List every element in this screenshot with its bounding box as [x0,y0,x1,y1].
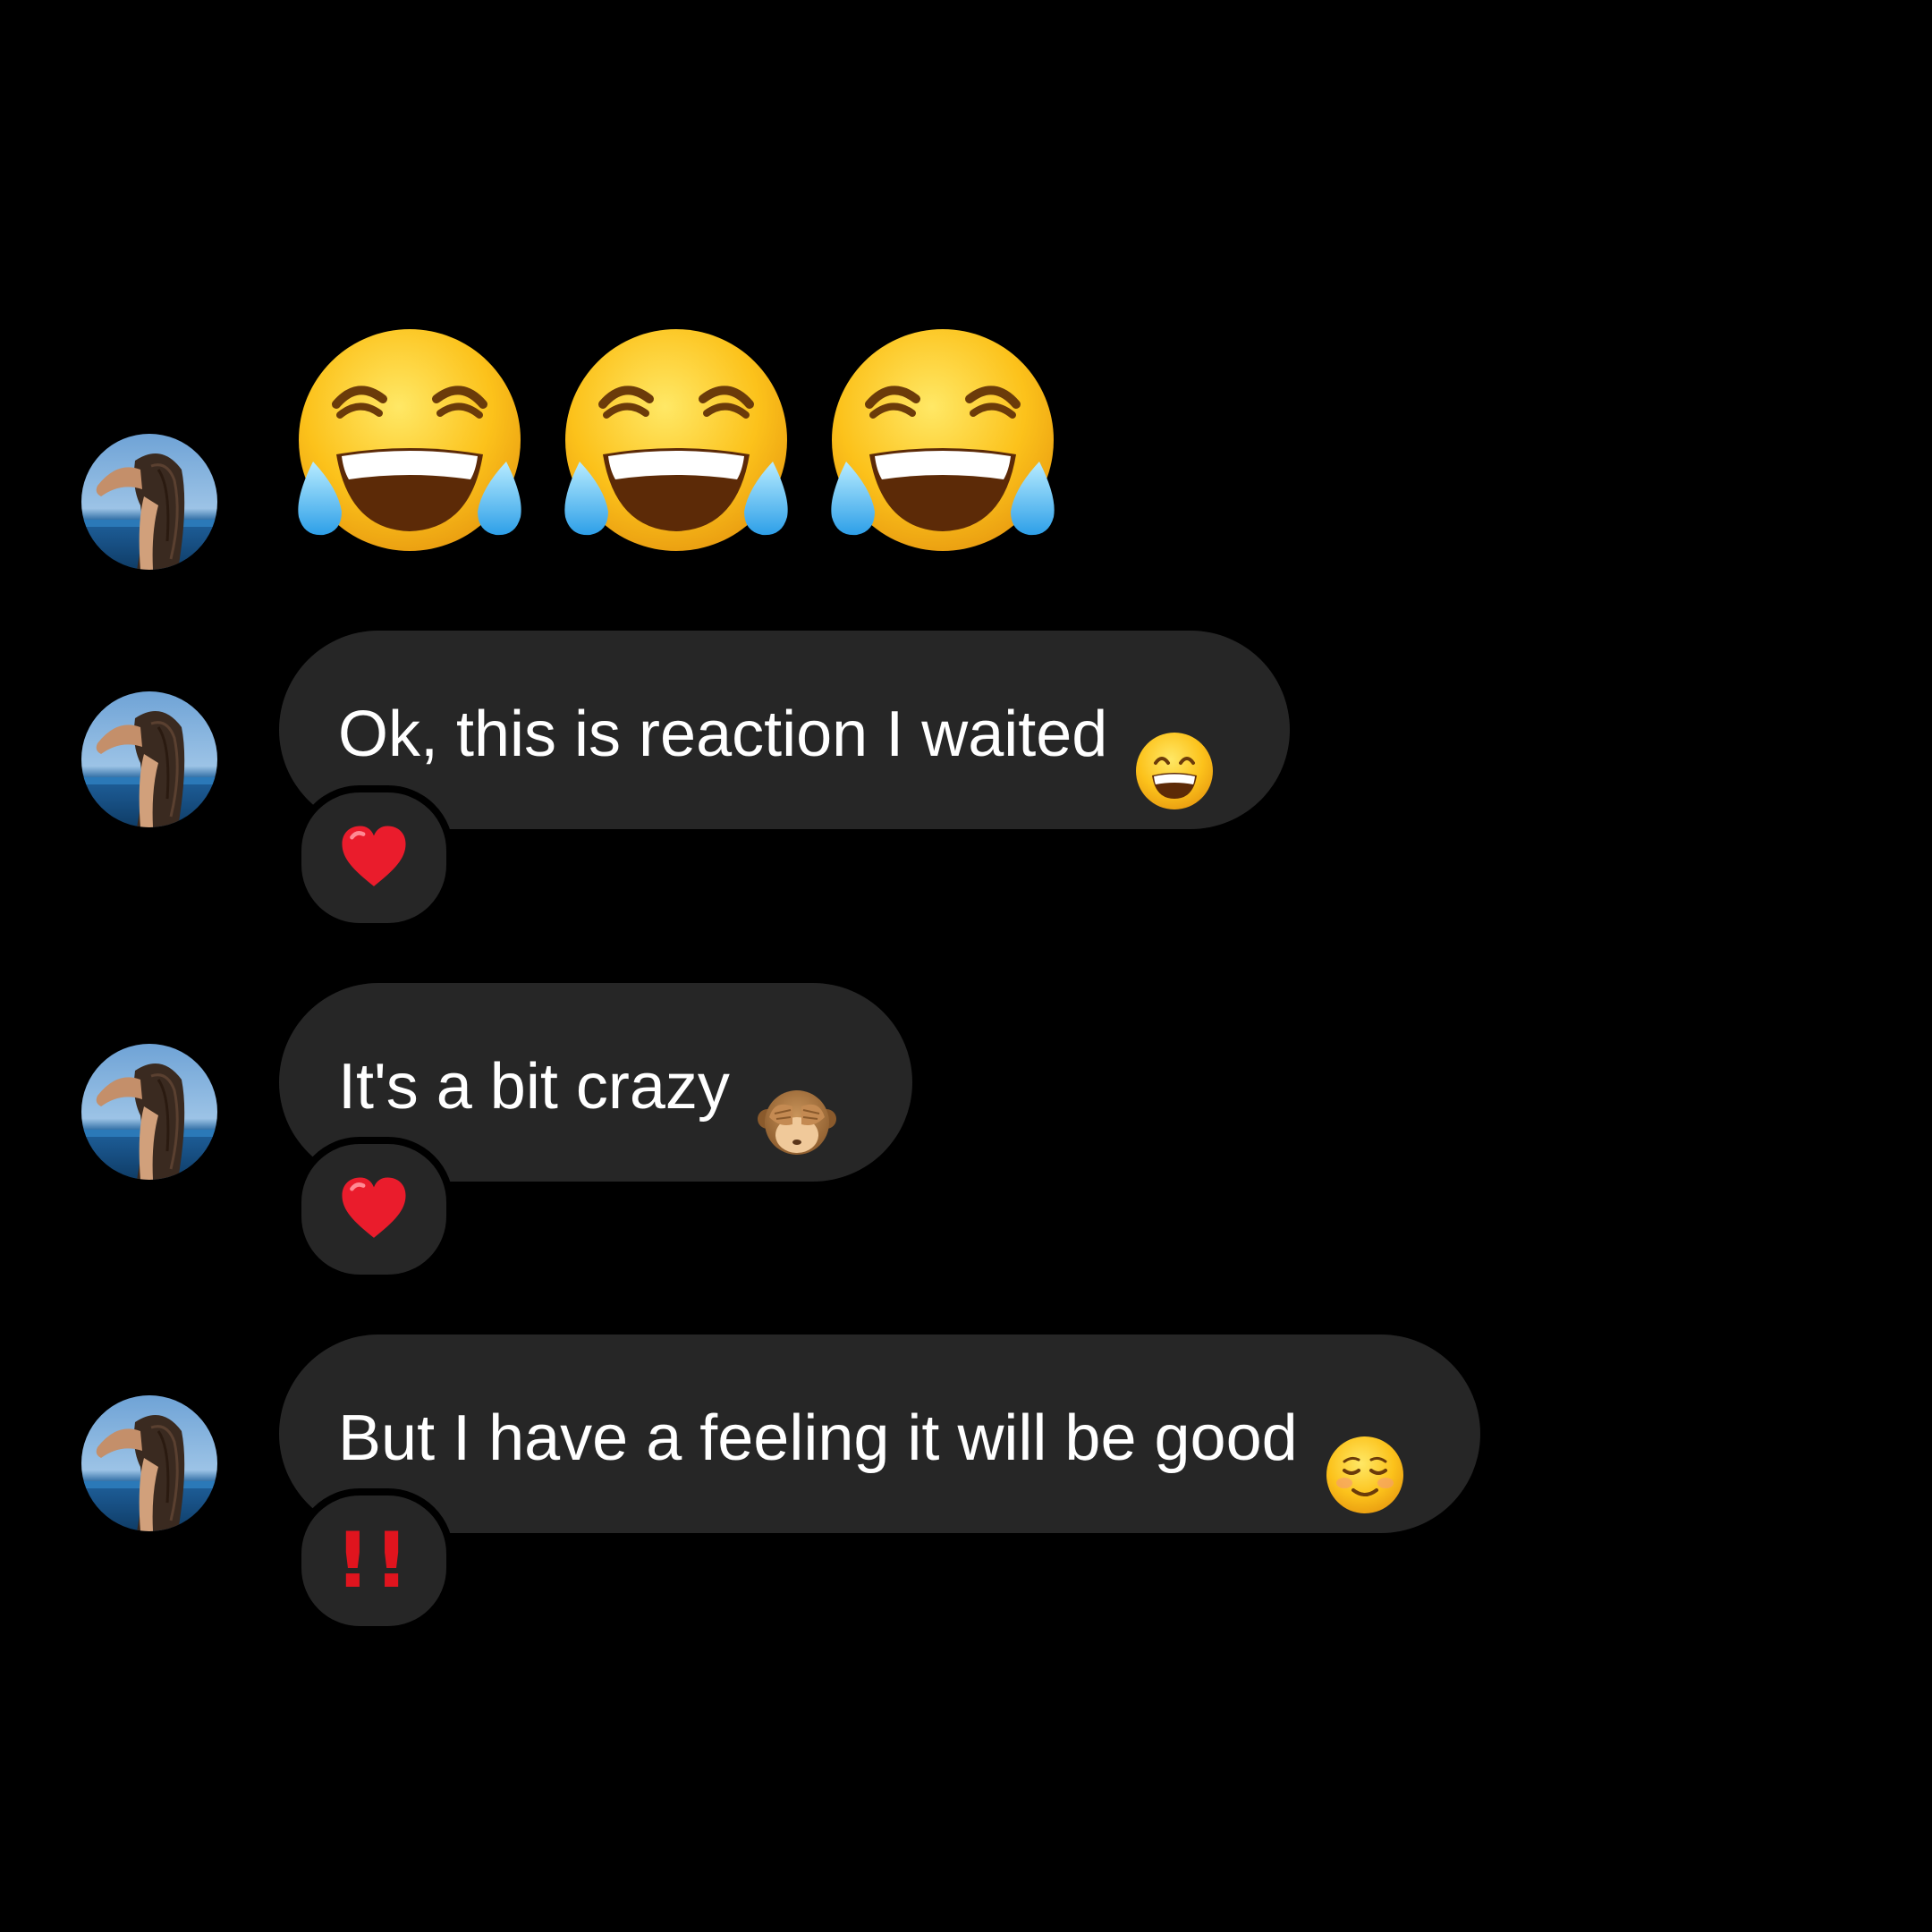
message-text: But I have a feeling it will be good [338,1402,1298,1474]
smiling-face-icon [1325,1394,1405,1475]
message-bubble[interactable]: But I have a feeling it will be good [279,1335,1480,1533]
avatar[interactable] [81,691,217,827]
reaction-badge[interactable] [294,1137,453,1282]
message-text: Ok, this is reaction I waited [338,698,1108,770]
message-row: Ok, this is reaction I waited [0,626,1932,930]
face-with-tears-of-joy-icon [286,327,533,569]
message-row-emoji [0,0,1932,626]
see-no-evil-monkey-icon [757,1043,837,1123]
avatar[interactable] [81,1044,217,1180]
red-heart-icon [337,1173,411,1246]
face-with-tears-of-joy-icon [819,327,1066,569]
red-heart-icon [337,821,411,894]
reaction-badge[interactable] [294,785,453,930]
avatar[interactable] [81,434,217,570]
message-row: It's a bit crazy [0,978,1932,1282]
message-bubble[interactable]: Ok, this is reaction I waited [279,631,1291,829]
face-with-tears-of-joy-icon [553,327,800,569]
grinning-face-icon [1134,691,1215,771]
avatar[interactable] [81,1395,217,1531]
message-row: But I have a feeling it will be good !! [0,1329,1932,1633]
message-text: It's a bit crazy [338,1050,730,1123]
double-exclamation-icon: !! [335,1516,413,1606]
reaction-badge[interactable]: !! [294,1488,453,1633]
